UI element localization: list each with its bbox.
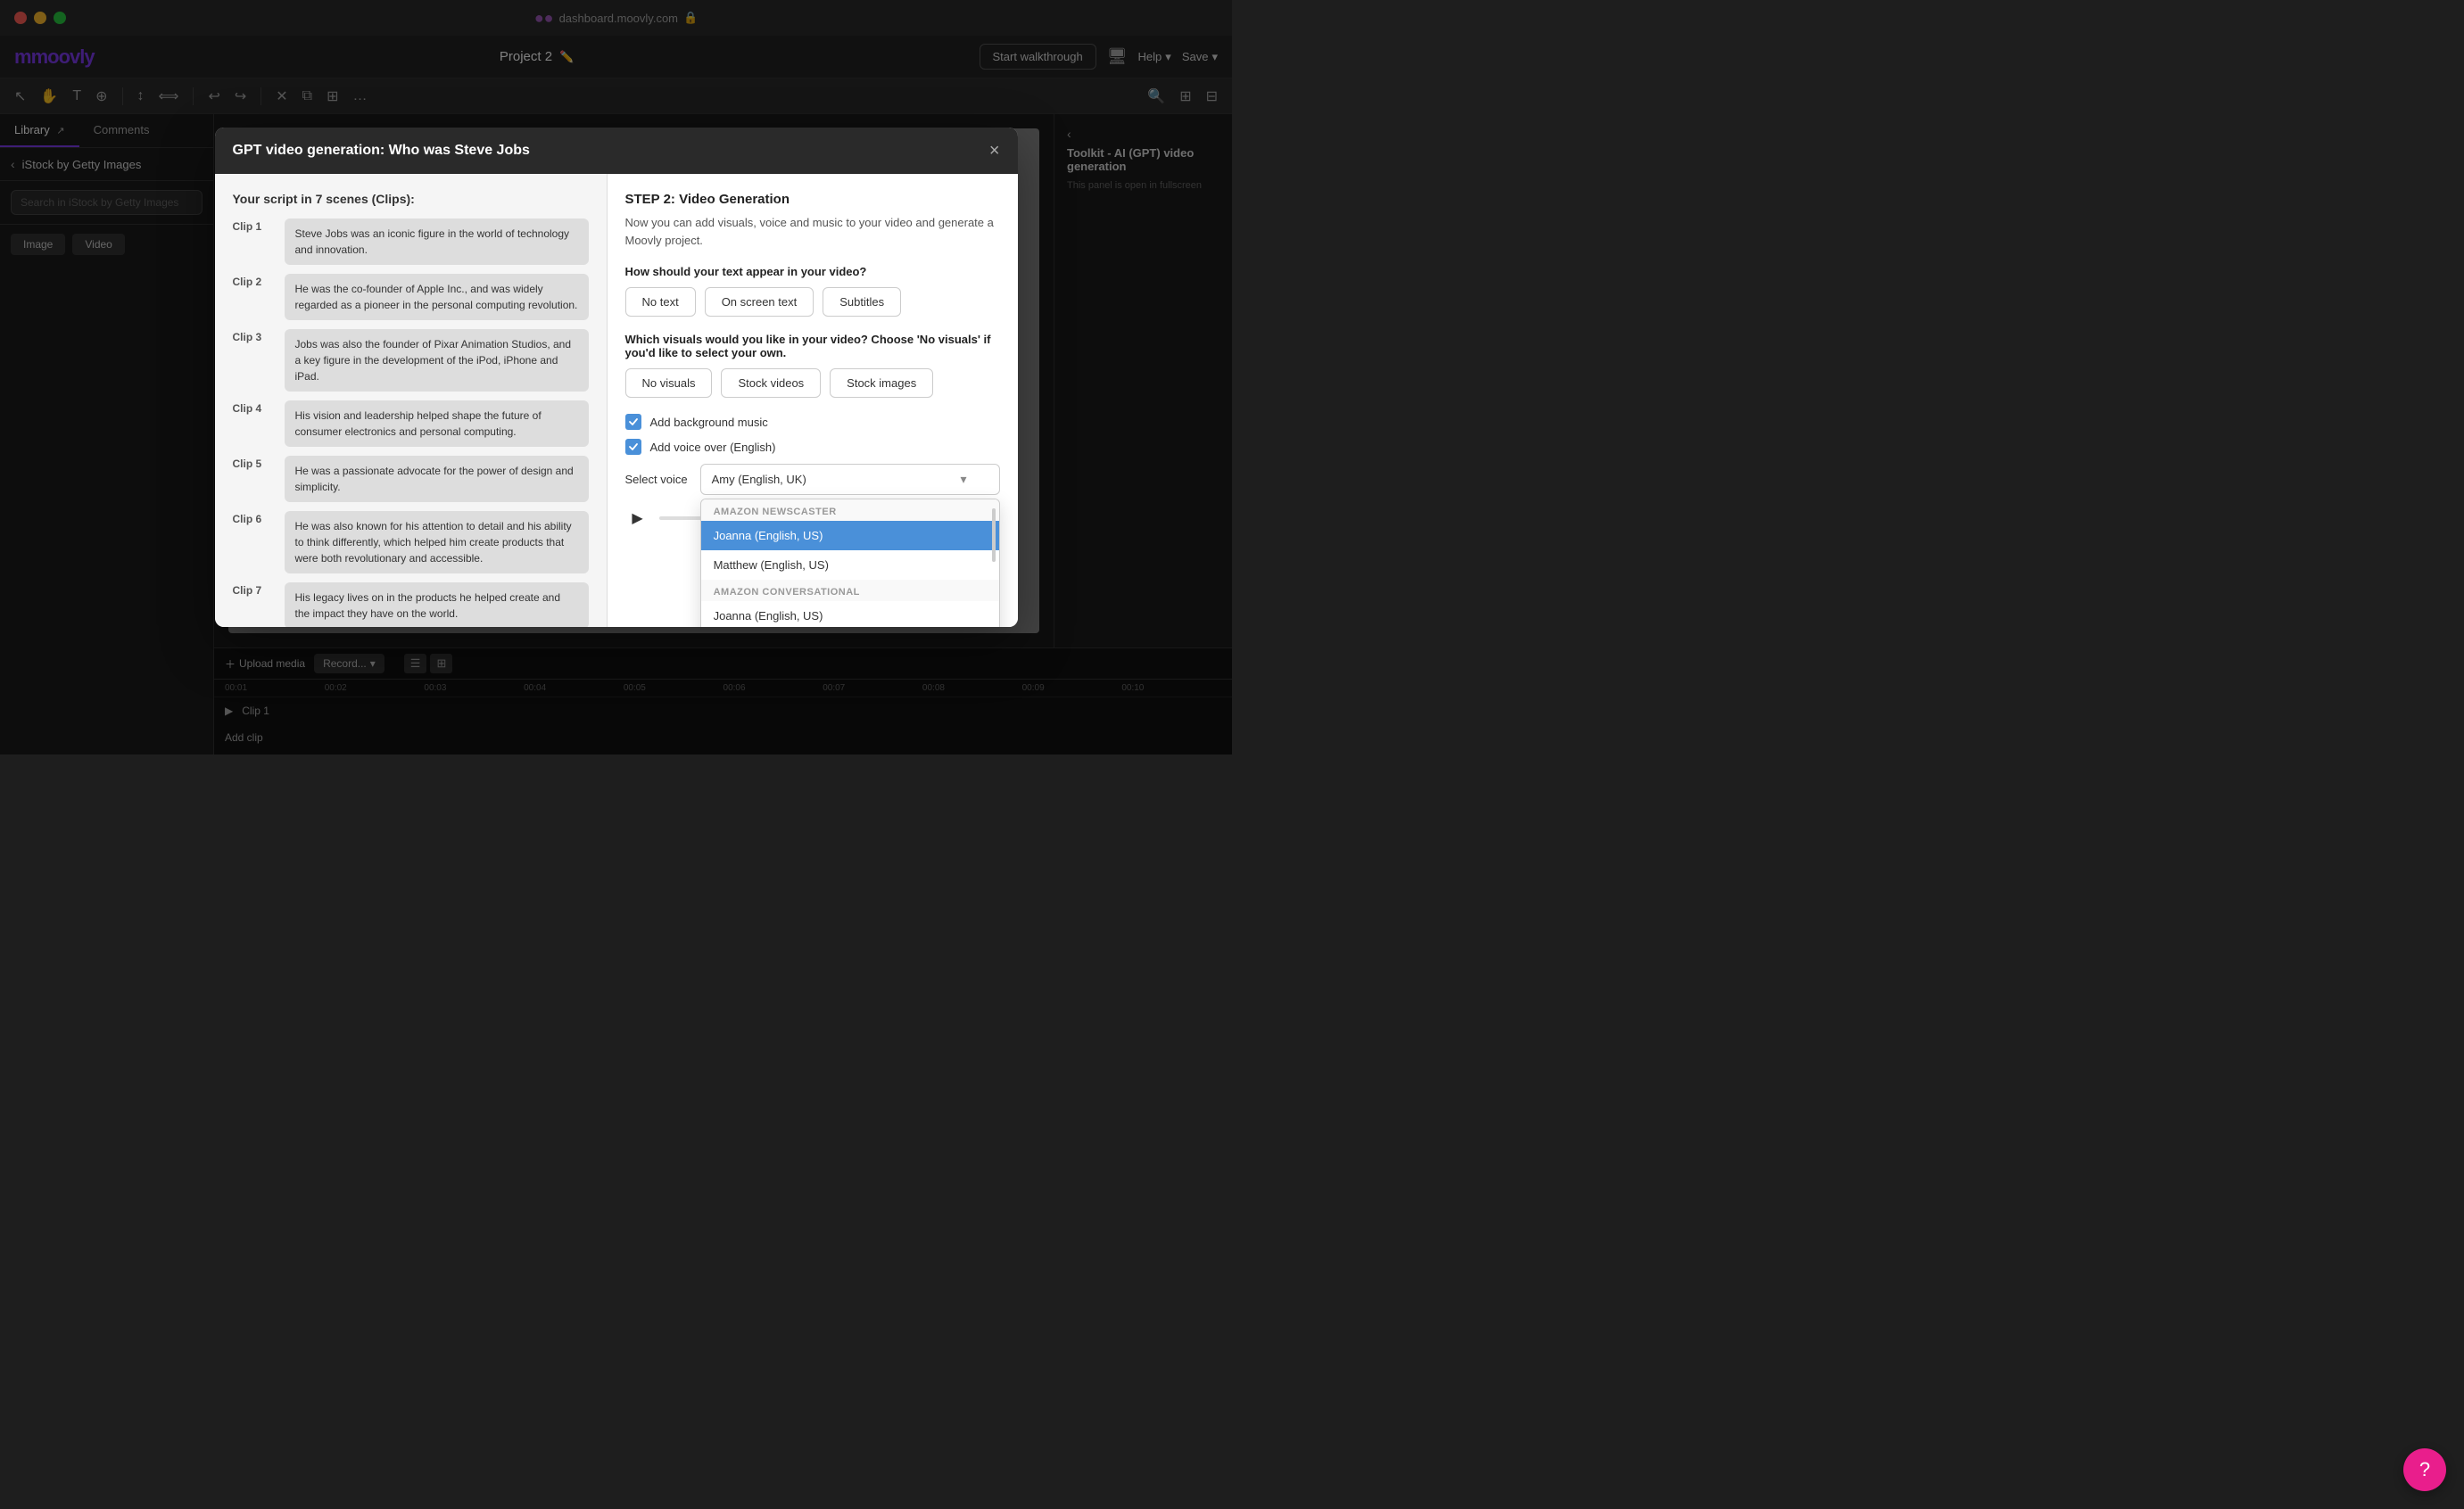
- no-visuals-button[interactable]: No visuals: [625, 368, 713, 398]
- clip-row-5: Clip 5 He was a passionate advocate for …: [233, 456, 589, 502]
- select-voice-row: Select voice Amy (English, UK) ▾ AMAZON …: [625, 464, 1000, 495]
- voice-over-label: Add voice over (English): [650, 441, 776, 454]
- clip-row-6: Clip 6 He was also known for his attenti…: [233, 511, 589, 573]
- script-heading: Your script in 7 scenes (Clips):: [233, 192, 589, 206]
- dropdown-matthew-newscaster[interactable]: Matthew (English, US): [701, 550, 999, 580]
- scrollbar-thumb: [992, 508, 996, 562]
- clip-1-text: Steve Jobs was an iconic figure in the w…: [285, 219, 589, 265]
- clip-5-text: He was a passionate advocate for the pow…: [285, 456, 589, 502]
- selected-voice-text: Amy (English, UK): [712, 473, 806, 486]
- modal-backdrop[interactable]: GPT video generation: Who was Steve Jobs…: [0, 0, 1232, 754]
- clip-row-7: Clip 7 His legacy lives on in the produc…: [233, 582, 589, 627]
- stock-images-button[interactable]: Stock images: [830, 368, 933, 398]
- clip-7-label-modal: Clip 7: [233, 582, 276, 597]
- background-music-label: Add background music: [650, 416, 768, 429]
- background-music-checkbox[interactable]: [625, 414, 641, 430]
- modal-title: GPT video generation: Who was Steve Jobs: [233, 143, 530, 159]
- step-2-desc: Now you can add visuals, voice and music…: [625, 214, 1000, 249]
- voice-select-display[interactable]: Amy (English, UK) ▾: [700, 464, 1000, 495]
- text-appearance-question: How should your text appear in your vide…: [625, 265, 1000, 278]
- on-screen-text-button[interactable]: On screen text: [705, 287, 814, 317]
- stock-videos-button[interactable]: Stock videos: [721, 368, 821, 398]
- clip-row-3: Clip 3 Jobs was also the founder of Pixa…: [233, 329, 589, 392]
- background-music-row: Add background music: [625, 414, 1000, 430]
- help-fab-button[interactable]: ?: [2403, 1448, 2446, 1491]
- clip-2-text: He was the co-founder of Apple Inc., and…: [285, 274, 589, 320]
- voice-over-checkbox[interactable]: [625, 439, 641, 455]
- modal-close-button[interactable]: ×: [989, 142, 1000, 160]
- voice-over-row: Add voice over (English): [625, 439, 1000, 455]
- dropdown-scrollbar: [991, 499, 996, 627]
- modal-left-panel: Your script in 7 scenes (Clips): Clip 1 …: [215, 174, 608, 627]
- modal-right-panel: STEP 2: Video Generation Now you can add…: [608, 174, 1018, 627]
- text-appearance-options: No text On screen text Subtitles: [625, 287, 1000, 317]
- clip-6-text: He was also known for his attention to d…: [285, 511, 589, 573]
- clip-6-label-modal: Clip 6: [233, 511, 276, 525]
- amazon-conversational-category: AMAZON CONVERSATIONAL: [701, 580, 999, 601]
- step-2-title: STEP 2: Video Generation: [625, 192, 1000, 207]
- voice-dropdown: AMAZON NEWSCASTER Joanna (English, US) M…: [700, 499, 1000, 627]
- subtitles-button[interactable]: Subtitles: [823, 287, 901, 317]
- modal-header: GPT video generation: Who was Steve Jobs…: [215, 128, 1018, 174]
- clip-3-text: Jobs was also the founder of Pixar Anima…: [285, 329, 589, 392]
- select-voice-label: Select voice: [625, 473, 688, 486]
- clip-1-label-modal: Clip 1: [233, 219, 276, 233]
- clip-7-text: His legacy lives on in the products he h…: [285, 582, 589, 627]
- play-button[interactable]: ▶: [625, 506, 650, 531]
- voice-select-wrapper: Amy (English, UK) ▾ AMAZON NEWSCASTER Jo…: [700, 464, 1000, 495]
- modal-body: Your script in 7 scenes (Clips): Clip 1 …: [215, 174, 1018, 627]
- clip-2-label-modal: Clip 2: [233, 274, 276, 288]
- voice-chevron-icon: ▾: [960, 472, 966, 487]
- clip-3-label-modal: Clip 3: [233, 329, 276, 343]
- visuals-question: Which visuals would you like in your vid…: [625, 333, 1000, 359]
- clip-4-text: His vision and leadership helped shape t…: [285, 400, 589, 447]
- visuals-options: No visuals Stock videos Stock images: [625, 368, 1000, 398]
- clip-row-4: Clip 4 His vision and leadership helped …: [233, 400, 589, 447]
- dropdown-joanna-conversational[interactable]: Joanna (English, US): [701, 601, 999, 627]
- clip-4-label-modal: Clip 4: [233, 400, 276, 415]
- dropdown-joanna-newscaster[interactable]: Joanna (English, US): [701, 521, 999, 550]
- amazon-newscaster-category: AMAZON NEWSCASTER: [701, 499, 999, 521]
- gpt-modal: GPT video generation: Who was Steve Jobs…: [215, 128, 1018, 627]
- no-text-button[interactable]: No text: [625, 287, 696, 317]
- clip-row-1: Clip 1 Steve Jobs was an iconic figure i…: [233, 219, 589, 265]
- clip-row-2: Clip 2 He was the co-founder of Apple In…: [233, 274, 589, 320]
- clip-5-label-modal: Clip 5: [233, 456, 276, 470]
